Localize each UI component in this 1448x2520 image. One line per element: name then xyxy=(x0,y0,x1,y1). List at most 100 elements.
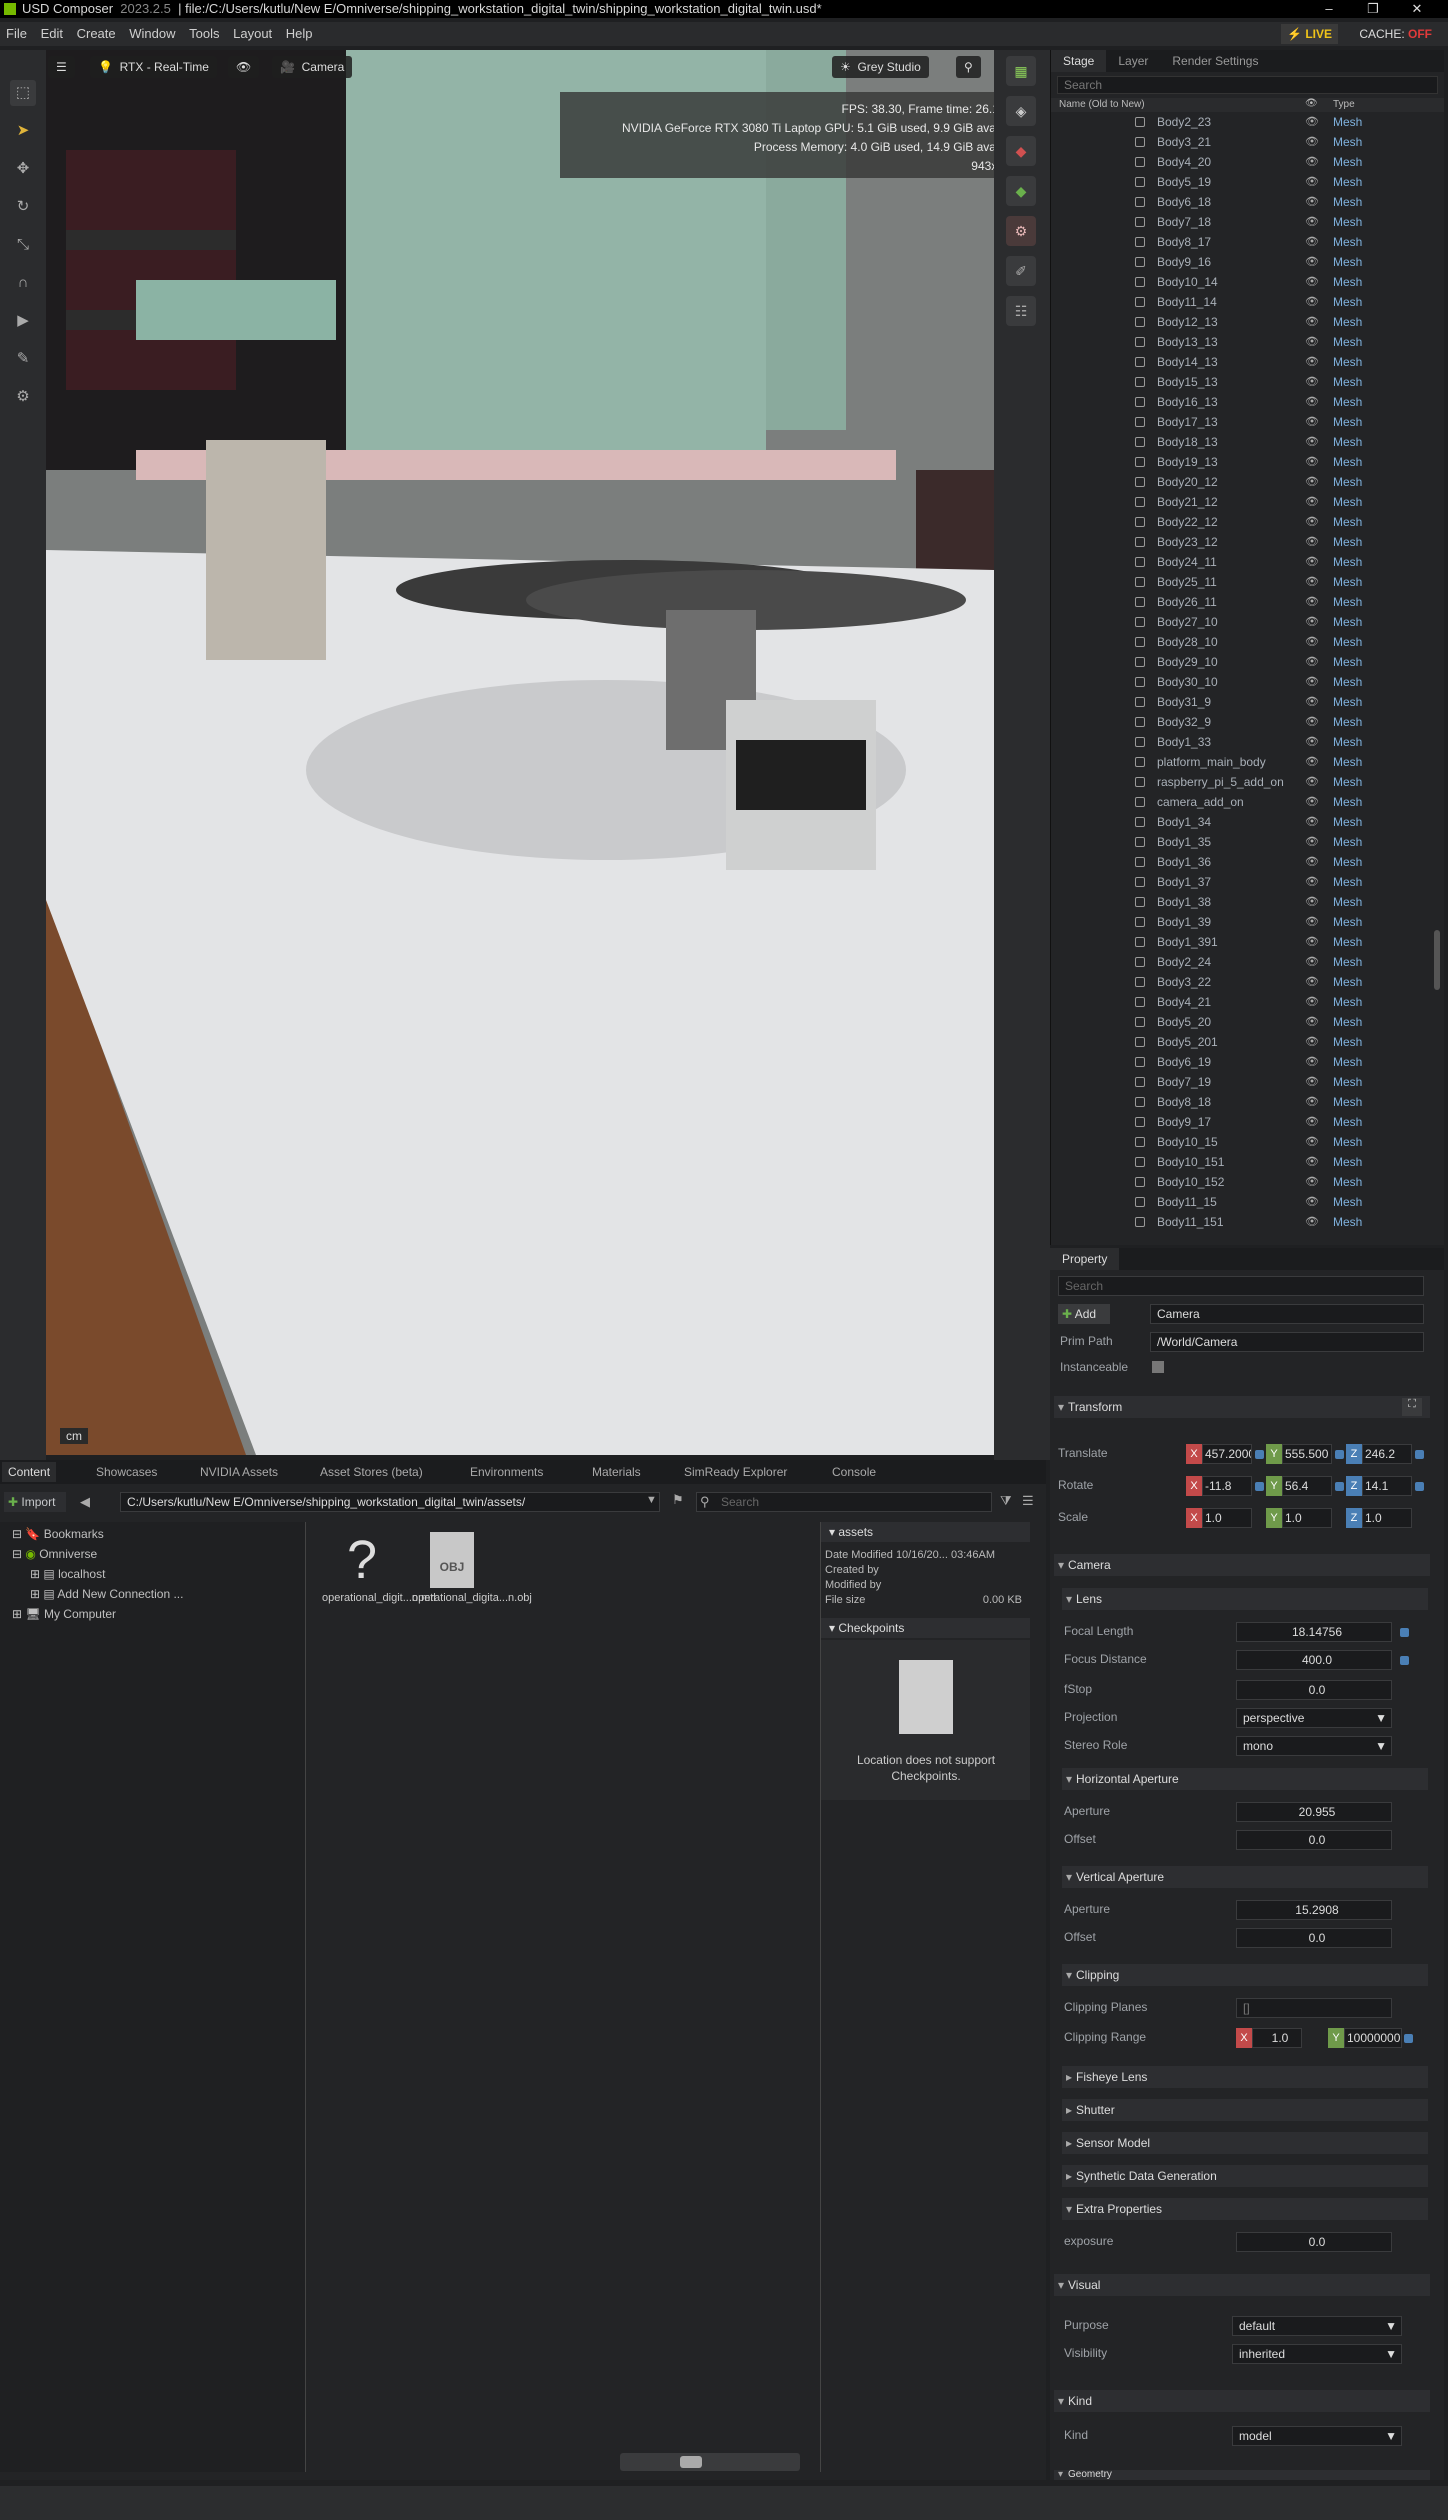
tab-materials[interactable]: Materials xyxy=(586,1462,647,1482)
move-icon[interactable]: ✥ xyxy=(10,156,36,182)
tab-layer[interactable]: Layer xyxy=(1106,50,1160,72)
stage-row[interactable]: Body2_24 👁 Mesh xyxy=(1051,952,1427,972)
pin-icon[interactable]: ⚲ xyxy=(956,56,981,78)
rotate-z-field[interactable]: 14.1 xyxy=(1362,1476,1412,1496)
stage-row[interactable]: Body24_11 👁 Mesh xyxy=(1051,552,1427,572)
stage-row[interactable]: platform_main_body 👁 Mesh xyxy=(1051,752,1427,772)
stage-row[interactable]: Body31_9 👁 Mesh xyxy=(1051,692,1427,712)
eye-icon[interactable]: 👁 xyxy=(1305,532,1319,552)
kind-select[interactable]: model ▼ xyxy=(1232,2426,1402,2446)
bookmark-icon[interactable]: ⚑ xyxy=(672,1492,684,1508)
section-sensor-model[interactable]: Sensor Model xyxy=(1062,2132,1428,2154)
eye-icon[interactable]: 👁 xyxy=(1305,152,1319,172)
stage-row[interactable]: Body11_14 👁 Mesh xyxy=(1051,292,1427,312)
transform-options-icon[interactable]: ⛶ xyxy=(1402,1398,1422,1416)
section-lens[interactable]: Lens xyxy=(1062,1588,1428,1610)
import-button[interactable]: ✚ Import xyxy=(4,1492,66,1512)
keyframe-icon[interactable] xyxy=(1255,1482,1264,1491)
rotate-icon[interactable]: ↻ xyxy=(10,194,36,220)
stereo-role-select[interactable]: mono ▼ xyxy=(1236,1736,1392,1756)
eye-icon[interactable]: 👁 xyxy=(1305,472,1319,492)
stage-row[interactable]: Body30_10 👁 Mesh xyxy=(1051,672,1427,692)
stage-row[interactable]: Body10_151 👁 Mesh xyxy=(1051,1152,1427,1172)
section-clipping[interactable]: Clipping xyxy=(1062,1964,1428,1986)
eye-icon[interactable]: 👁 xyxy=(1305,952,1319,972)
eye-icon[interactable]: 👁 xyxy=(1305,252,1319,272)
viewport-settings-button[interactable]: ☰ xyxy=(48,56,75,78)
eye-icon[interactable]: 👁 xyxy=(1305,892,1319,912)
tab-content[interactable]: Content xyxy=(2,1462,57,1482)
focus-distance-field[interactable]: 400.0 xyxy=(1236,1650,1392,1670)
section-visual[interactable]: Visual xyxy=(1054,2274,1430,2296)
scale-x-field[interactable]: 1.0 xyxy=(1202,1508,1252,1528)
section-shutter[interactable]: Shutter xyxy=(1062,2099,1428,2121)
stage-row[interactable]: Body1_38 👁 Mesh xyxy=(1051,892,1427,912)
select-mode-icon[interactable]: ⬚ xyxy=(10,80,36,106)
stage-row[interactable]: Body5_19 👁 Mesh xyxy=(1051,172,1427,192)
eye-icon[interactable]: 👁 xyxy=(1305,572,1319,592)
translate-x-field[interactable]: 457.2000 xyxy=(1202,1444,1252,1464)
eye-icon[interactable]: 👁 xyxy=(1305,1072,1319,1092)
stage-row[interactable]: Body29_10 👁 Mesh xyxy=(1051,652,1427,672)
stage-row[interactable]: Body8_18 👁 Mesh xyxy=(1051,1092,1427,1112)
eye-icon[interactable]: 👁 xyxy=(1305,212,1319,232)
stage-row[interactable]: Body5_20 👁 Mesh xyxy=(1051,1012,1427,1032)
v-aperture-field[interactable]: 15.2908 xyxy=(1236,1900,1392,1920)
rotate-label[interactable]: Rotate xyxy=(1058,1478,1093,1492)
section-camera[interactable]: Camera xyxy=(1054,1554,1430,1576)
prim-name-field[interactable]: Camera xyxy=(1150,1304,1424,1324)
details-title[interactable]: ▾ assets xyxy=(821,1522,1030,1542)
lighting-select[interactable]: ☀ Grey Studio xyxy=(832,56,929,78)
tab-environments[interactable]: Environments xyxy=(464,1462,549,1482)
eye-icon[interactable]: 👁 xyxy=(1305,652,1319,672)
prim-path-field[interactable]: /World/Camera xyxy=(1150,1332,1424,1352)
stage-row[interactable]: Body10_14 👁 Mesh xyxy=(1051,272,1427,292)
menu-edit[interactable]: Edit xyxy=(41,26,63,41)
paint-icon[interactable]: ✎ xyxy=(10,346,36,372)
clip-far-field[interactable]: 10000000 xyxy=(1344,2028,1402,2048)
eye-icon[interactable]: 👁 xyxy=(1305,352,1319,372)
stage-row[interactable]: Body1_391 👁 Mesh xyxy=(1051,932,1427,952)
eye-icon[interactable]: 👁 xyxy=(1305,712,1319,732)
stage-row[interactable]: Body32_9 👁 Mesh xyxy=(1051,712,1427,732)
eye-icon[interactable]: 👁 xyxy=(1305,272,1319,292)
stage-row[interactable]: Body21_12 👁 Mesh xyxy=(1051,492,1427,512)
menu-tools[interactable]: Tools xyxy=(189,26,219,41)
restore-button[interactable]: ❐ xyxy=(1360,0,1386,18)
eye-icon[interactable]: 👁 xyxy=(1305,292,1319,312)
eye-icon[interactable]: 👁 xyxy=(1305,872,1319,892)
h-offset-field[interactable]: 0.0 xyxy=(1236,1830,1392,1850)
stage-row[interactable]: Body11_15 👁 Mesh xyxy=(1051,1192,1427,1212)
section-extra-properties[interactable]: Extra Properties xyxy=(1062,2198,1428,2220)
eye-icon[interactable]: 👁 xyxy=(1305,852,1319,872)
section-synthetic-data[interactable]: Synthetic Data Generation xyxy=(1062,2165,1428,2187)
stage-row[interactable]: Body9_17 👁 Mesh xyxy=(1051,1112,1427,1132)
keyframe-icon[interactable] xyxy=(1335,1482,1344,1491)
eye-icon[interactable]: 👁 xyxy=(1305,112,1319,132)
viewport[interactable]: ☰ 💡 RTX - Real-Time 👁 🎥 Camera ☀ Grey St… xyxy=(46,50,994,1455)
eye-icon[interactable]: 👁 xyxy=(1305,912,1319,932)
fstop-field[interactable]: 0.0 xyxy=(1236,1680,1392,1700)
eye-icon[interactable]: 👁 xyxy=(1305,792,1319,812)
settings-gear-icon[interactable]: ⚙ xyxy=(1006,216,1036,246)
section-kind[interactable]: Kind xyxy=(1054,2390,1430,2412)
cube-icon[interactable]: ◆ xyxy=(1006,136,1036,166)
sliders-icon[interactable]: ☷ xyxy=(1006,296,1036,326)
stage-row[interactable]: Body28_10 👁 Mesh xyxy=(1051,632,1427,652)
keyframe-icon[interactable] xyxy=(1335,1450,1344,1459)
layout-icon[interactable]: ▦ xyxy=(1006,56,1036,86)
visibility-select[interactable]: inherited ▼ xyxy=(1232,2344,1402,2364)
exposure-field[interactable]: 0.0 xyxy=(1236,2232,1392,2252)
eye-icon[interactable]: 👁 xyxy=(1305,992,1319,1012)
filter-icon[interactable]: ⧩ xyxy=(1000,1493,1012,1509)
path-dropdown-icon[interactable]: ▼ xyxy=(646,1494,657,1506)
stage-row[interactable]: Body10_152 👁 Mesh xyxy=(1051,1172,1427,1192)
eye-icon[interactable]: 👁 xyxy=(1305,1092,1319,1112)
stage-row[interactable]: Body26_11 👁 Mesh xyxy=(1051,592,1427,612)
eye-icon[interactable]: 👁 xyxy=(1305,1132,1319,1152)
tree-bookmarks[interactable]: ⊟ 🔖 Bookmarks xyxy=(12,1524,104,1544)
menu-window[interactable]: Window xyxy=(129,26,175,41)
eye-icon[interactable]: 👁 xyxy=(1305,172,1319,192)
v-offset-field[interactable]: 0.0 xyxy=(1236,1928,1392,1948)
scale-y-field[interactable]: 1.0 xyxy=(1282,1508,1332,1528)
